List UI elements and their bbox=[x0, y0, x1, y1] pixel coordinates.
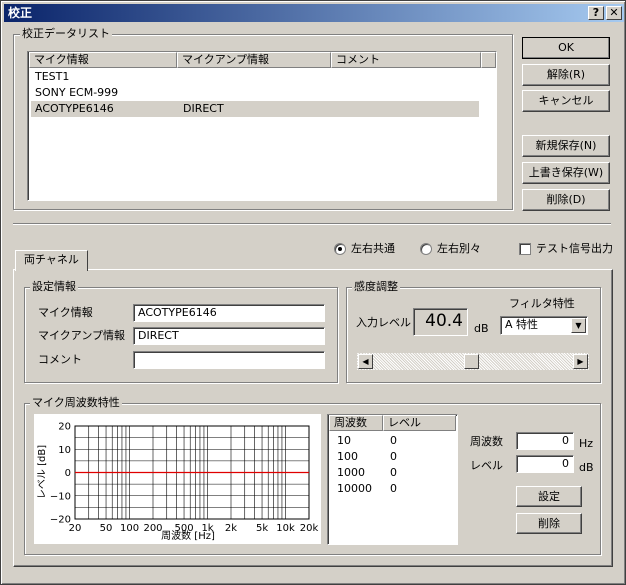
filter-select[interactable]: A 特性 ▼ bbox=[500, 316, 588, 335]
scroll-right-icon[interactable]: ▶ bbox=[573, 354, 588, 369]
calibration-dialog: 校正 ? ✕ 校正データリスト マイク情報 マイクアンプ情報 コメント TEST… bbox=[0, 0, 626, 585]
separate-radio-label[interactable]: 左右別々 bbox=[437, 242, 481, 256]
list-row[interactable]: SONY ECM-999 bbox=[31, 85, 479, 101]
freq-cell: 10 bbox=[337, 434, 351, 447]
level-cell: 0 bbox=[390, 434, 397, 447]
calib-list-label: 校正データリスト bbox=[20, 27, 112, 40]
filter-label: フィルタ特性 bbox=[509, 297, 575, 310]
close-button[interactable]: ✕ bbox=[606, 6, 622, 20]
test-signal-label[interactable]: テスト信号出力 bbox=[536, 242, 613, 256]
freq-input[interactable]: 0 bbox=[516, 432, 574, 450]
level-cell: 0 bbox=[390, 482, 397, 495]
chart-xlabel: 周波数 [Hz] bbox=[161, 529, 215, 542]
freq-col-header[interactable]: 周波数 bbox=[329, 415, 383, 431]
chart-y-tick: 10 bbox=[58, 445, 71, 456]
freq-field-label: 周波数 bbox=[470, 435, 503, 448]
freq-cell: 100 bbox=[337, 450, 358, 463]
amp-info-label: マイクアンプ情報 bbox=[38, 329, 126, 342]
common-radio-label[interactable]: 左右共通 bbox=[351, 242, 395, 256]
chart-ylabel: レベル [dB] bbox=[36, 445, 48, 499]
test-signal-checkbox[interactable] bbox=[519, 243, 531, 255]
separate-radio[interactable] bbox=[420, 243, 432, 255]
chart-y-tick: 0 bbox=[65, 468, 71, 479]
release-button[interactable]: 解除(R) bbox=[522, 64, 610, 86]
filter-value: A 特性 bbox=[505, 318, 539, 331]
freq-table-row[interactable]: 100 0 bbox=[337, 449, 397, 465]
comment-input[interactable] bbox=[133, 351, 325, 369]
cancel-button[interactable]: キャンセル bbox=[522, 90, 610, 112]
set-point-button[interactable]: 設定 bbox=[516, 486, 582, 507]
freq-response-chart: 20 50 100 200 500 1k 2k 5k 10k 20k20100−10−20 周波数… bbox=[34, 414, 321, 544]
row-mic: ACOTYPE6146 bbox=[35, 102, 114, 115]
sensitivity-scrollbar[interactable]: ◀ ▶ bbox=[357, 353, 589, 370]
tab-both-channels[interactable]: 両チャネル bbox=[15, 250, 88, 271]
tab-label: 両チャネル bbox=[24, 253, 79, 266]
new-save-button[interactable]: 新規保存(N) bbox=[522, 135, 610, 157]
ok-button[interactable]: OK bbox=[522, 37, 610, 59]
sensitivity-label: 感度調整 bbox=[352, 280, 400, 293]
freq-table-row[interactable]: 1000 0 bbox=[337, 465, 397, 481]
level-field-label: レベル bbox=[470, 459, 503, 472]
scroll-left-icon[interactable]: ◀ bbox=[358, 354, 373, 369]
chart-y-tick: −20 bbox=[50, 515, 71, 526]
common-radio[interactable] bbox=[334, 243, 346, 255]
chart-y-tick: −10 bbox=[50, 491, 71, 502]
title-bar: 校正 bbox=[4, 4, 624, 22]
chart-x-tick: 5k bbox=[256, 523, 268, 534]
comment-label: コメント bbox=[38, 353, 82, 366]
chart-x-tick: 10k bbox=[276, 523, 295, 534]
level-cell: 0 bbox=[390, 450, 397, 463]
chevron-down-icon[interactable]: ▼ bbox=[571, 318, 586, 333]
col-header-mic[interactable]: マイク情報 bbox=[29, 52, 177, 68]
chart-y-tick: 20 bbox=[58, 422, 71, 433]
level-cell: 0 bbox=[390, 466, 397, 479]
delete-record-button[interactable]: 削除(D) bbox=[522, 189, 610, 211]
chart-x-tick: 2k bbox=[225, 523, 237, 534]
row-amp: DIRECT bbox=[183, 102, 224, 115]
row-mic: SONY ECM-999 bbox=[35, 86, 119, 99]
input-level-unit: dB bbox=[474, 322, 489, 335]
list-row[interactable]: TEST1 bbox=[31, 69, 479, 85]
delete-point-button[interactable]: 削除 bbox=[516, 513, 582, 534]
col-header-comment[interactable]: コメント bbox=[331, 52, 481, 68]
mic-info-input[interactable]: ACOTYPE6146 bbox=[133, 304, 325, 322]
row-mic: TEST1 bbox=[35, 70, 70, 83]
chart-x-tick: 50 bbox=[100, 523, 113, 534]
col-header-filler bbox=[481, 52, 496, 68]
separator bbox=[13, 223, 611, 225]
input-level-label: 入力レベル bbox=[356, 316, 411, 329]
level-unit: dB bbox=[579, 461, 594, 474]
mic-info-label: マイク情報 bbox=[38, 306, 93, 319]
freq-table-row[interactable]: 10000 0 bbox=[337, 481, 397, 497]
list-row-selected[interactable]: ACOTYPE6146 DIRECT bbox=[31, 101, 479, 117]
calib-list[interactable]: マイク情報 マイクアンプ情報 コメント TEST1 SONY ECM-999 A… bbox=[27, 51, 497, 201]
amp-info-input[interactable]: DIRECT bbox=[133, 327, 325, 345]
col-header-amp[interactable]: マイクアンプ情報 bbox=[177, 52, 331, 68]
freq-response-label: マイク周波数特性 bbox=[30, 396, 122, 409]
freq-unit: Hz bbox=[579, 437, 594, 450]
scroll-thumb[interactable] bbox=[464, 354, 479, 369]
overwrite-save-button[interactable]: 上書き保存(W) bbox=[522, 162, 610, 184]
freq-table[interactable]: 周波数 レベル 10 0 100 0 1000 0 10000 0 bbox=[327, 414, 458, 545]
help-button[interactable]: ? bbox=[588, 6, 604, 20]
freq-cell: 1000 bbox=[337, 466, 365, 479]
chart-x-tick: 200 bbox=[143, 523, 162, 534]
freq-table-row[interactable]: 10 0 bbox=[337, 433, 397, 449]
level-input[interactable]: 0 bbox=[516, 455, 574, 473]
chart-x-tick: 100 bbox=[120, 523, 139, 534]
input-level-display: 40.4 bbox=[413, 308, 468, 336]
settings-label: 設定情報 bbox=[30, 280, 78, 293]
freq-cell: 10000 bbox=[337, 482, 372, 495]
window-title: 校正 bbox=[8, 6, 33, 20]
level-col-header[interactable]: レベル bbox=[383, 415, 456, 431]
chart-x-tick: 20k bbox=[300, 523, 319, 534]
